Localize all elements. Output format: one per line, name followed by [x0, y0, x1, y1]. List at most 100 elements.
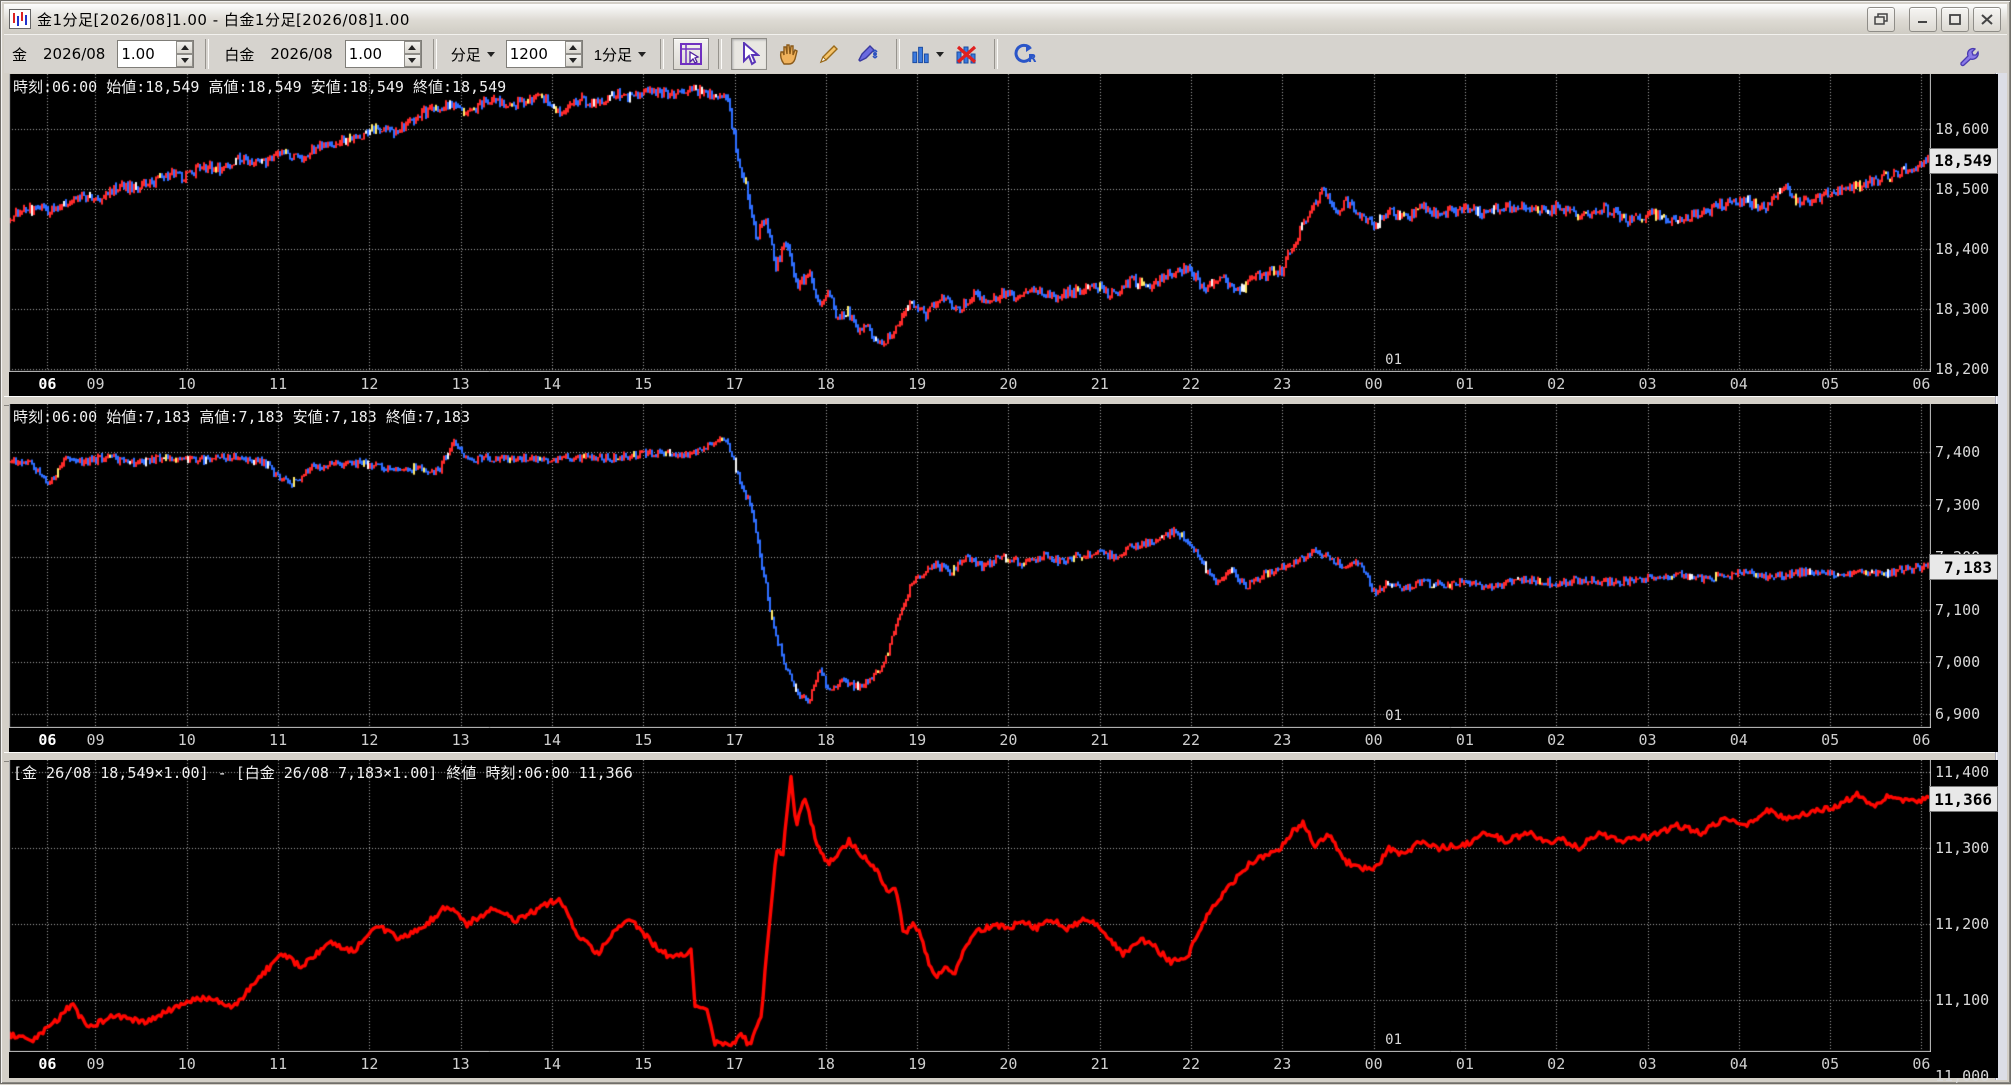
close-price-badge: 7,183: [1929, 554, 1998, 580]
x-axis-label: 13: [452, 375, 470, 393]
marker-move-tool-button[interactable]: [851, 38, 887, 70]
gold-multiplier-up-button[interactable]: [176, 41, 193, 54]
x-axis-label: 10: [178, 1055, 196, 1073]
x-axis-label: 04: [1730, 375, 1748, 393]
x-axis-label: 11: [269, 731, 287, 749]
minimize-button[interactable]: [1909, 7, 1937, 32]
y-axis-label: 18,400: [1935, 240, 1989, 258]
x-axis-label: 12: [360, 731, 378, 749]
chart-clear-button[interactable]: [949, 38, 985, 70]
settings-button[interactable]: [1951, 39, 1987, 71]
day-separator-label: 01: [1385, 352, 1402, 368]
x-axis-label: 06: [38, 375, 56, 393]
pencil-icon: [817, 42, 841, 66]
pane-info-line: [金 26/08 18,549×1.00] - [白金 26/08 7,183×…: [13, 762, 633, 783]
x-axis-label: 05: [1821, 1055, 1839, 1073]
select-tool-button[interactable]: [731, 38, 767, 70]
day-separator-label: 01: [1385, 1032, 1402, 1048]
toolbar-separator: [660, 39, 664, 69]
x-axis-label: 05: [1821, 731, 1839, 749]
pan-tool-button[interactable]: [771, 38, 807, 70]
pane-info-line: 時刻:06:00 始値:7,183 高値:7,183 安値:7,183 終値:7…: [13, 406, 470, 427]
bar-chart-delete-icon: [954, 42, 980, 66]
gold-multiplier-down-button[interactable]: [176, 54, 193, 67]
spread-chart-pane: [金 26/08 18,549×1.00] - [白金 26/08 7,183×…: [9, 760, 1998, 1078]
pencil-tool-button[interactable]: [811, 38, 847, 70]
x-axis-label: 14: [543, 731, 561, 749]
x-axis-label: 17: [726, 731, 744, 749]
x-axis[interactable]: 0609101112131415171819202122230001020304…: [9, 372, 1931, 396]
reload-icon: R: [1012, 42, 1038, 66]
title-bar[interactable]: 金1分足[2026/08]1.00 - 白金1分足[2026/08]1.00: [4, 4, 2007, 35]
platinum-chart-pane: 時刻:06:00 始値:7,183 高値:7,183 安値:7,183 終値:7…: [9, 404, 1998, 752]
y-axis-label: 18,500: [1935, 180, 1989, 198]
restore-window-button[interactable]: [1867, 7, 1895, 32]
maximize-button[interactable]: [1941, 7, 1969, 32]
close-price-badge: 18,549: [1929, 148, 1998, 174]
x-axis-label: 22: [1182, 731, 1200, 749]
x-axis-label: 11: [269, 375, 287, 393]
y-axis-label: 11,100: [1935, 991, 1989, 1009]
x-axis[interactable]: 0609101112131415171819202122230001020304…: [9, 728, 1931, 752]
x-axis-label: 18: [817, 1055, 835, 1073]
gold-1min-canvas[interactable]: [9, 74, 1931, 372]
gold-contract-month: 2026/08: [43, 45, 105, 63]
gold-platinum-spread-canvas[interactable]: [9, 760, 1931, 1052]
gold-multiplier-input[interactable]: [118, 41, 176, 67]
y-axis-label: 7,400: [1935, 443, 1980, 461]
x-axis-label: 17: [726, 1055, 744, 1073]
x-axis-label: 00: [1365, 731, 1383, 749]
platinum-1min-canvas[interactable]: [9, 404, 1931, 728]
reload-button[interactable]: R: [1007, 38, 1043, 70]
timeframe-dropdown[interactable]: 1分足: [587, 39, 653, 70]
bar-count-up-button[interactable]: [565, 41, 582, 54]
y-axis-label: 7,300: [1935, 496, 1980, 514]
x-axis-label: 20: [999, 375, 1017, 393]
y-axis[interactable]: 11,40011,30011,20011,10011,00011,366: [1931, 760, 1998, 1078]
close-button[interactable]: [1973, 7, 2001, 32]
x-axis-label: 19: [908, 731, 926, 749]
platinum-multiplier-spinbox: [345, 40, 422, 68]
x-axis-label: 00: [1365, 1055, 1383, 1073]
x-axis-label: 17: [726, 375, 744, 393]
platinum-multiplier-input[interactable]: [346, 41, 404, 67]
x-axis-label: 20: [999, 731, 1017, 749]
chart-cursor-tool-button[interactable]: [673, 38, 709, 70]
x-axis-label: 23: [1273, 1055, 1291, 1073]
x-axis-label: 06: [1912, 1055, 1930, 1073]
close-price-badge: 11,366: [1929, 786, 1998, 812]
chart-area: 時刻:06:00 始値:18,549 高値:18,549 安値:18,549 終…: [4, 73, 2007, 1080]
x-axis-label: 04: [1730, 1055, 1748, 1073]
y-axis[interactable]: 7,4007,3007,2007,1007,0006,9007,183: [1931, 404, 1998, 752]
gold-chart-pane: 時刻:06:00 始値:18,549 高値:18,549 安値:18,549 終…: [9, 74, 1998, 396]
x-axis-label: 10: [178, 375, 196, 393]
x-axis-label: 01: [1456, 1055, 1474, 1073]
interval-type-dropdown[interactable]: 分足: [444, 39, 502, 70]
bar-count-input[interactable]: [507, 41, 565, 67]
bar-count-down-button[interactable]: [565, 54, 582, 67]
x-axis-label: 02: [1547, 1055, 1565, 1073]
x-axis-label: 19: [908, 375, 926, 393]
x-axis[interactable]: 0609101112131415171819202122230001020304…: [9, 1052, 1931, 1078]
y-axis[interactable]: 18,60018,50018,40018,30018,20018,549: [1931, 74, 1998, 396]
chart-type-menu-button[interactable]: [909, 38, 945, 70]
toolbar-separator: [994, 39, 998, 69]
x-axis-label: 11: [269, 1055, 287, 1073]
y-axis-label: 6,900: [1935, 705, 1980, 723]
cursor-arrow-icon: [738, 42, 760, 66]
x-axis-label: 13: [452, 731, 470, 749]
x-axis-label: 13: [452, 1055, 470, 1073]
x-axis-label: 00: [1365, 375, 1383, 393]
chevron-down-icon: [936, 52, 944, 57]
x-axis-label: 23: [1273, 375, 1291, 393]
toolbar-separator: [433, 39, 437, 69]
platinum-multiplier-up-button[interactable]: [404, 41, 421, 54]
bar-count-spinbox: [506, 40, 583, 68]
platinum-multiplier-down-button[interactable]: [404, 54, 421, 67]
y-axis-label: 11,400: [1935, 763, 1989, 781]
chart-cursor-icon: [679, 42, 703, 66]
wrench-icon: [1957, 43, 1981, 67]
x-axis-label: 15: [634, 375, 652, 393]
x-axis-label: 12: [360, 375, 378, 393]
toolbar: 金 2026/08 白金 2026/08 分足 1分足: [4, 34, 2007, 74]
